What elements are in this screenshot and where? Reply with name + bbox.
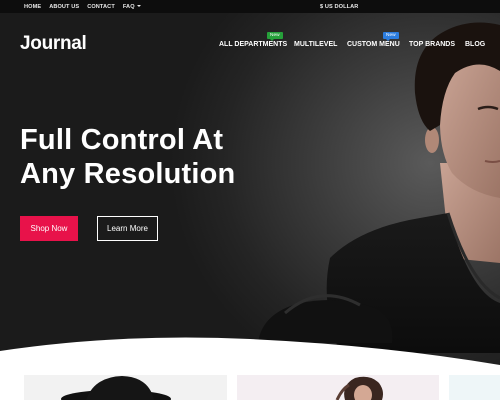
- chevron-down-icon: [136, 5, 141, 8]
- shop-now-button[interactable]: Shop Now: [20, 216, 78, 241]
- nav-item-custom-menu[interactable]: CUSTOM MENU: [347, 41, 400, 48]
- top-utility-bar: HOME ABOUT US CONTACT FAQ $ US DOLLAR: [0, 0, 500, 13]
- top-link-contact[interactable]: CONTACT: [87, 4, 123, 10]
- top-links: HOME ABOUT US CONTACT FAQ: [24, 0, 149, 13]
- nav-item-multilevel[interactable]: MULTILEVEL: [294, 41, 337, 48]
- top-link-about-us[interactable]: ABOUT US: [49, 4, 87, 10]
- new-badge-custom-menu: New: [383, 32, 399, 41]
- currency-selector[interactable]: $ US DOLLAR: [320, 0, 358, 13]
- main-navigation: ALL DEPARTMENTS New MULTILEVEL CUSTOM ME…: [0, 32, 500, 53]
- hero-headline: Full Control At Any Resolution: [20, 123, 280, 191]
- top-link-home[interactable]: HOME: [24, 4, 49, 10]
- category-cards: [0, 375, 500, 400]
- nav-item-top-brands[interactable]: TOP BRANDS: [409, 41, 455, 48]
- hero-banner: Journal ALL DEPARTMENTS New MULTILEVEL C…: [0, 13, 500, 400]
- hero-headline-line-2: Any Resolution: [20, 158, 236, 190]
- top-link-faq-label: FAQ: [122, 3, 135, 10]
- top-link-faq[interactable]: FAQ: [123, 4, 149, 10]
- nav-item-all-departments[interactable]: ALL DEPARTMENTS: [219, 41, 287, 48]
- learn-more-button[interactable]: Learn More: [97, 216, 158, 241]
- new-badge-all-departments: New: [267, 32, 283, 41]
- category-card-more[interactable]: [449, 375, 500, 400]
- category-card-women[interactable]: [237, 375, 439, 400]
- hat-image: [61, 376, 171, 400]
- woman-model-image: [335, 376, 383, 400]
- category-card-hats[interactable]: [24, 375, 227, 400]
- nav-item-blog[interactable]: BLOG: [465, 41, 485, 48]
- hero-headline-line-1: Full Control At: [20, 124, 224, 156]
